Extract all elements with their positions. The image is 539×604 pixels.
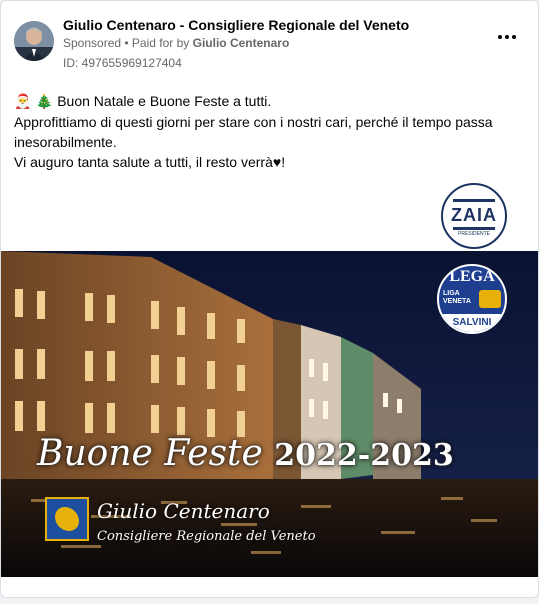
santa-tree-emoji: 🎅 🎄 (14, 94, 54, 110)
signature-name: Giulio Centenaro (97, 499, 270, 523)
post-line-1: 🎅 🎄 Buon Natale e Buone Feste a tutti. (14, 91, 524, 112)
lega-logo-top: LEGA (449, 268, 495, 285)
avatar-photo (14, 21, 54, 61)
more-dot (498, 35, 502, 39)
zaia-logo-text: ZAIA (451, 205, 497, 225)
signature-role: Consigliere Regionale del Veneto (97, 529, 316, 544)
paid-for-name[interactable]: Giulio Centenaro (193, 36, 290, 50)
lega-salvini-logo: LEGA LIGA VENETA SALVINI (437, 264, 507, 334)
sponsored-post-card: Giulio Centenaro - Consigliere Regionale… (0, 0, 539, 598)
sponsored-line: Sponsored • Paid for by Giulio Centenaro (63, 36, 289, 50)
lion-icon (479, 290, 501, 308)
greeting-text: Buon Natale e Buone Feste a tutti. (53, 93, 272, 109)
more-dot (505, 35, 509, 39)
post-body: 🎅 🎄 Buon Natale e Buone Feste a tutti. A… (14, 91, 524, 172)
avatar[interactable] (14, 21, 54, 61)
logo-stripe (453, 199, 495, 202)
zaia-presidente-logo: ZAIA PRESIDENTE (441, 183, 507, 249)
more-dot (512, 35, 516, 39)
post-line-2: Approfittiamo di questi giorni per stare… (14, 114, 493, 150)
page-name-link[interactable]: Giulio Centenaro - Consigliere Regionale… (63, 17, 409, 33)
more-options-icon[interactable] (495, 29, 519, 45)
ad-id: ID: 497655969127404 (63, 56, 182, 70)
lega-logo-sub: LIGA VENETA (443, 290, 471, 306)
post-line-3: Vi auguro tanta salute a tutti, il resto… (14, 154, 286, 170)
veneto-crest-icon (45, 497, 89, 541)
greeting-overlay: Buone Feste 2022-2023 (37, 433, 454, 474)
zaia-logo-sub: PRESIDENTE (458, 231, 490, 237)
lega-logo-bottom: SALVINI (439, 314, 505, 332)
paid-for-prefix: Paid for by (131, 36, 193, 50)
lega-sub-1: LIGA (443, 290, 460, 297)
greeting-years: 2022-2023 (274, 438, 454, 473)
greeting-words: Buone Feste (37, 433, 263, 474)
winged-lion-icon (55, 507, 79, 531)
sponsored-label: Sponsored (63, 36, 122, 50)
lega-sub-2: VENETA (443, 298, 471, 305)
logo-stripe (453, 227, 495, 230)
separator-dot: • (121, 36, 132, 50)
